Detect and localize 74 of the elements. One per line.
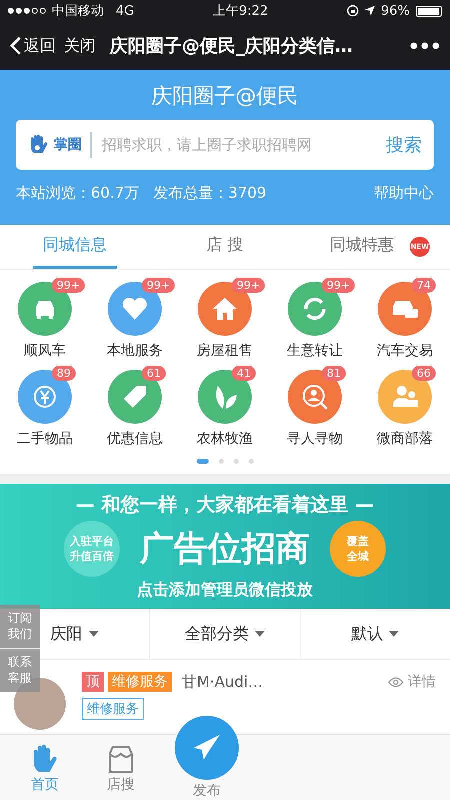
- category-label: 本地服务: [107, 342, 163, 360]
- count-badge: 74: [412, 278, 436, 293]
- category-icon[interactable]: [378, 370, 432, 424]
- ad-banner[interactable]: — 和您一样，大家都在看着这里 — 入驻平台 升值百倍 广告位招商 覆盖 全城 点击添加管理员微信投放: [0, 484, 450, 609]
- category-tag: 维修服务: [82, 698, 144, 720]
- category-tag: 维修服务: [108, 672, 172, 692]
- side-tab[interactable]: 订阅我们: [0, 605, 40, 650]
- count-badge: 61: [142, 366, 166, 381]
- lock-rotation-icon: [347, 5, 360, 17]
- category-label: 寻人寻物: [287, 430, 343, 448]
- category-label: 汽车交易: [377, 342, 433, 360]
- views-count: 本站浏览：60.7万: [16, 184, 140, 203]
- caret-icon: [88, 631, 99, 637]
- count-badge: 99+: [232, 278, 266, 293]
- shop-icon: [106, 744, 136, 776]
- count-badge: 99+: [322, 278, 356, 293]
- category-icon[interactable]: [288, 370, 342, 424]
- category-label: 微商部落: [377, 430, 433, 448]
- count-badge: 41: [232, 366, 256, 381]
- category-label: 房屋租售: [197, 342, 253, 360]
- signal-icon: [8, 8, 46, 14]
- category-label: 优惠信息: [107, 430, 163, 448]
- battery-icon: [416, 6, 442, 16]
- tab[interactable]: 店 搜: [196, 225, 254, 269]
- badge-text: 升值百倍: [70, 548, 114, 564]
- side-tab[interactable]: 联系客服: [0, 649, 40, 692]
- count-badge: 81: [322, 366, 346, 381]
- back-chevron-icon: [10, 36, 22, 56]
- carrier-text: 中国移动: [52, 3, 104, 20]
- banner-slogan: — 和您一样，大家都在看着这里 —: [76, 492, 374, 518]
- close-button[interactable]: 关闭: [64, 36, 96, 56]
- logo-text: 掌圈: [54, 136, 82, 154]
- post-author: 甘M·Audi…: [182, 672, 264, 692]
- caret-icon: [254, 631, 265, 637]
- count-badge: 89: [52, 366, 76, 381]
- pinned-tag: 顶: [82, 672, 104, 692]
- battery-percent: 96%: [381, 4, 410, 18]
- banner-caption: 点击添加管理员微信投放: [137, 580, 313, 602]
- location-arrow-icon: [365, 6, 376, 16]
- search-button[interactable]: 搜索: [386, 133, 422, 157]
- count-badge: 99+: [142, 278, 176, 293]
- help-center-link[interactable]: 帮助中心: [374, 184, 434, 203]
- more-icon[interactable]: [410, 42, 440, 50]
- banner-headline: 广告位招商: [140, 528, 310, 571]
- detail-link[interactable]: 详情: [388, 673, 436, 691]
- posts-count: 发布总量：3709: [153, 184, 267, 203]
- badge-text: 覆盖: [347, 534, 369, 549]
- caret-icon: [389, 631, 400, 637]
- category-label: 生意转让: [287, 342, 343, 360]
- search-field[interactable]: 掌圈 招聘求职，请上圈子求职招聘网 搜索: [16, 120, 434, 170]
- category-icon[interactable]: [108, 370, 162, 424]
- page-title: 庆阳圈子@便民_庆阳分类信…: [110, 35, 354, 58]
- tab[interactable]: 同城特惠: [320, 225, 404, 269]
- network-text: 4G: [116, 4, 134, 18]
- back-button[interactable]: 返回: [10, 36, 56, 56]
- clock-text: 上午9:22: [213, 3, 268, 20]
- count-badge: 66: [412, 366, 436, 381]
- badge-text: 全城: [347, 548, 369, 564]
- filter-dropdown[interactable]: 全部分类: [149, 609, 300, 659]
- count-badge: 99+: [52, 278, 86, 293]
- eye-icon: [388, 676, 404, 688]
- nav-tab[interactable]: 店搜: [96, 735, 146, 800]
- category-label: 二手物品: [17, 430, 73, 448]
- category-icon[interactable]: [18, 370, 72, 424]
- nav-tab[interactable]: 首页: [20, 735, 70, 800]
- hand-logo-icon: [28, 134, 50, 156]
- badge-text: 入驻平台: [70, 534, 114, 549]
- category-label: 农林牧渔: [197, 430, 253, 448]
- category-label: 顺风车: [24, 342, 66, 360]
- filter-dropdown[interactable]: 默认: [300, 609, 450, 659]
- tab[interactable]: 同城信息: [33, 225, 117, 269]
- site-title: 庆阳圈子@便民: [150, 83, 300, 110]
- category-icon[interactable]: [198, 370, 252, 424]
- category-icon[interactable]: [378, 282, 432, 336]
